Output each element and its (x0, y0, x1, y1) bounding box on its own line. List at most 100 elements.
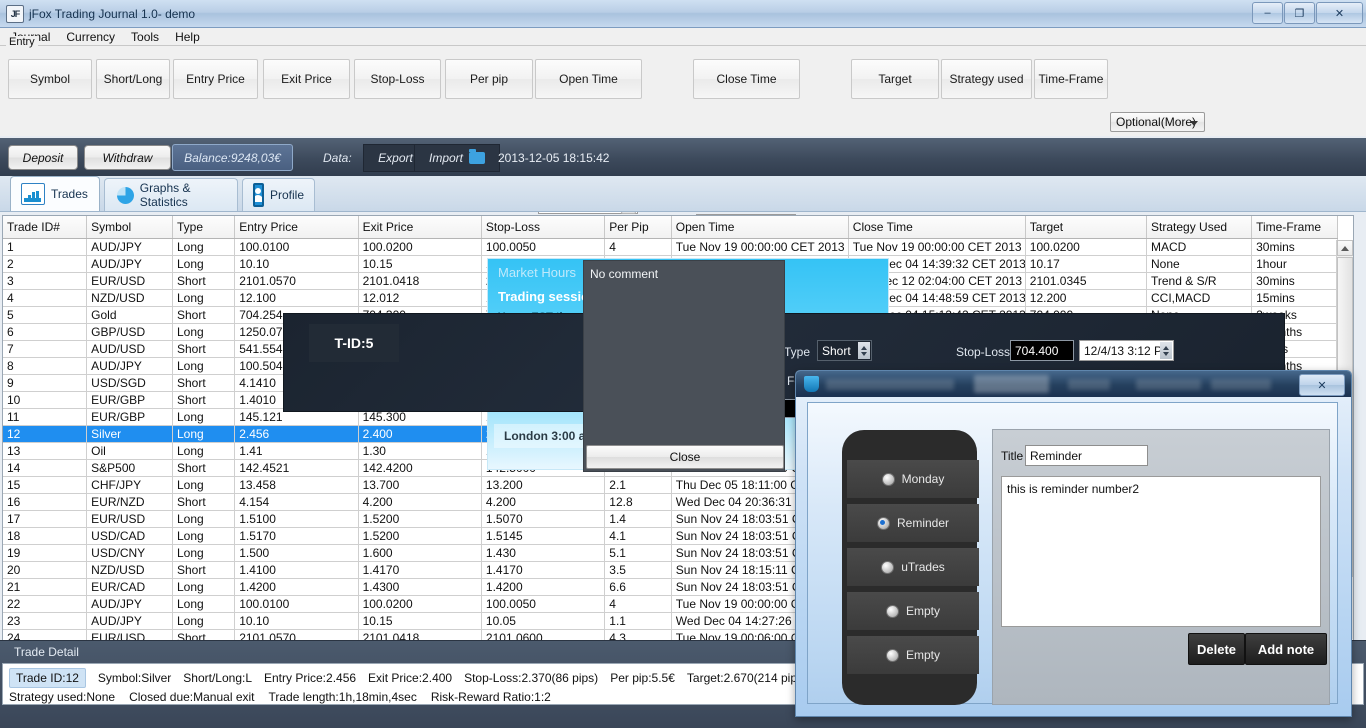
table-cell: 1.4 (604, 510, 672, 528)
minimize-icon[interactable]: – (1252, 2, 1283, 24)
close-icon[interactable]: ✕ (1316, 2, 1363, 24)
comment-popup-close-button[interactable]: Close (586, 445, 784, 469)
note-item-utrades[interactable]: uTrades (847, 548, 979, 586)
table-column-header[interactable]: Open Time (671, 216, 849, 239)
balance-display: Balance:9248,03€ (172, 144, 293, 171)
table-column-header[interactable]: Stop-Loss (481, 216, 606, 239)
radio-icon-selected[interactable] (876, 516, 890, 530)
notes-window-close-button[interactable]: ✕ (1299, 374, 1345, 396)
trade-detail-shortlong: Short/Long:L (183, 671, 252, 685)
table-column-header[interactable]: Entry Price (234, 216, 359, 239)
note-item-monday[interactable]: Monday (847, 460, 979, 498)
radio-icon[interactable] (881, 560, 895, 574)
table-cell: 6.6 (604, 578, 672, 596)
notes-titlebar-blur-text-3 (1068, 379, 1110, 390)
note-title-input[interactable]: Reminder (1025, 445, 1148, 466)
table-cell: 2101.0570 (234, 272, 359, 290)
table-row[interactable]: 1 AUD/JPY Long 100.0100 100.0200 100.0050 4 Tue… (3, 238, 1338, 256)
radio-icon[interactable] (885, 604, 899, 618)
optional-more-dropdown[interactable]: Optional(More) (1110, 112, 1205, 132)
trade-edit-open-time-stepper[interactable] (1160, 342, 1172, 359)
table-column-header[interactable]: Strategy Used (1146, 216, 1253, 239)
entry-header-timeframe[interactable]: Time-Frame (1034, 59, 1108, 99)
entry-header-perpip[interactable]: Per pip (445, 59, 533, 99)
table-cell: 1.30 (358, 442, 482, 460)
scroll-up-icon[interactable] (1337, 240, 1353, 256)
table-cell: Long (172, 238, 236, 256)
trade-detail-stop-loss: Stop-Loss:2.370(86 pips) (464, 671, 599, 685)
table-cell: 15 (3, 476, 88, 494)
table-cell: Short (172, 391, 236, 409)
table-column-header[interactable]: Time-Frame (1251, 216, 1338, 239)
import-button[interactable]: Import (414, 144, 500, 172)
add-note-button[interactable]: Add note (1245, 633, 1327, 665)
notes-window-titlebar: ✕ (796, 371, 1351, 397)
entry-header-stoploss[interactable]: Stop-Loss (354, 59, 441, 99)
withdraw-button[interactable]: Withdraw (84, 145, 171, 170)
table-cell: 12.8 (604, 493, 672, 511)
trade-edit-stoploss-field[interactable]: 704.400 (1010, 340, 1074, 361)
entry-header-exitprice[interactable]: Exit Price (263, 59, 350, 99)
table-column-header[interactable]: Close Time (848, 216, 1026, 239)
note-item-reminder[interactable]: Reminder (847, 504, 979, 542)
tab-strip: Trades Graphs & Statistics Profile (0, 176, 1366, 212)
table-cell: 13 (3, 442, 88, 460)
table-column-header[interactable]: Target (1025, 216, 1148, 239)
note-item-empty-2[interactable]: Empty (847, 636, 979, 674)
table-cell: 1.4200 (234, 578, 359, 596)
comment-popup-text: No comment (584, 261, 784, 444)
entry-header-opentime[interactable]: Open Time (535, 59, 642, 99)
note-item-utrades-label: uTrades (901, 560, 945, 574)
entry-header-shortlong[interactable]: Short/Long (96, 59, 170, 99)
table-column-header[interactable]: Type (172, 216, 236, 239)
table-column-header[interactable]: Trade ID# (3, 216, 88, 239)
table-cell: AUD/JPY (86, 595, 173, 613)
menu-item-tools[interactable]: Tools (124, 29, 166, 45)
notes-window[interactable]: ✕ Monday Reminder uTrades Empty Empty Ti… (795, 370, 1352, 717)
table-cell: None (1146, 255, 1253, 273)
table-header-row: Trade ID# Symbol Type Entry Price Exit Price… (3, 216, 1338, 239)
table-cell: 1 (3, 238, 88, 256)
notes-titlebar-blur-text-2 (974, 375, 1049, 393)
radio-icon[interactable] (885, 648, 899, 662)
table-cell: 2.1 (604, 476, 672, 494)
maximize-icon[interactable]: ❐ (1284, 2, 1315, 24)
table-cell: USD/CNY (86, 544, 173, 562)
table-cell: 30mins (1251, 238, 1338, 256)
trade-edit-type-spinner[interactable]: Short (817, 340, 872, 361)
entry-header-entryprice[interactable]: Entry Price (173, 59, 258, 99)
table-cell: Tue Nov 19 00:00:00 CET 2013 (671, 238, 849, 256)
entry-header-target[interactable]: Target (851, 59, 939, 99)
table-cell: 21 (3, 578, 88, 596)
table-cell: 2 (3, 255, 88, 273)
tab-trades[interactable]: Trades (10, 176, 100, 211)
table-column-header[interactable]: Per Pip (604, 216, 672, 239)
note-item-empty-1[interactable]: Empty (847, 592, 979, 630)
table-cell: 1.41 (234, 442, 359, 460)
trade-edit-type-stepper[interactable] (858, 342, 870, 359)
table-cell: Tue Nov 19 00:00:00 CET 2013 (848, 238, 1026, 256)
delete-note-button[interactable]: Delete (1188, 633, 1245, 665)
note-item-reminder-label: Reminder (896, 516, 950, 530)
menu-item-help[interactable]: Help (168, 29, 207, 45)
trade-detail-line-1: Trade ID:12 Symbol:Silver Short/Long:L E… (9, 668, 869, 688)
table-cell: EUR/USD (86, 272, 173, 290)
table-cell: 100.0100 (234, 238, 359, 256)
menu-item-currency[interactable]: Currency (59, 29, 122, 45)
notes-list: Monday Reminder uTrades Empty Empty (842, 430, 979, 705)
note-title-label: Title (1001, 449, 1024, 463)
table-column-header[interactable]: Symbol (86, 216, 173, 239)
entry-header-closetime[interactable]: Close Time (693, 59, 800, 99)
entry-header-strategy[interactable]: Strategy used (941, 59, 1032, 99)
trade-edit-open-time-spinner[interactable]: 12/4/13 3:12 PM (1079, 340, 1174, 361)
deposit-button[interactable]: Deposit (8, 145, 78, 170)
tab-graphs-statistics[interactable]: Graphs & Statistics (104, 178, 238, 211)
table-cell: 1.4100 (234, 561, 359, 579)
account-toolbar: Deposit Withdraw Balance:9248,03€ Data: … (0, 138, 1366, 176)
note-text-area[interactable]: this is reminder number2 (1001, 476, 1321, 627)
entry-header-symbol[interactable]: Symbol (8, 59, 92, 99)
table-column-header[interactable]: Exit Price (358, 216, 482, 239)
radio-icon[interactable] (881, 472, 895, 486)
comment-popup[interactable]: No comment Close (583, 260, 785, 472)
tab-profile[interactable]: Profile (242, 178, 315, 211)
